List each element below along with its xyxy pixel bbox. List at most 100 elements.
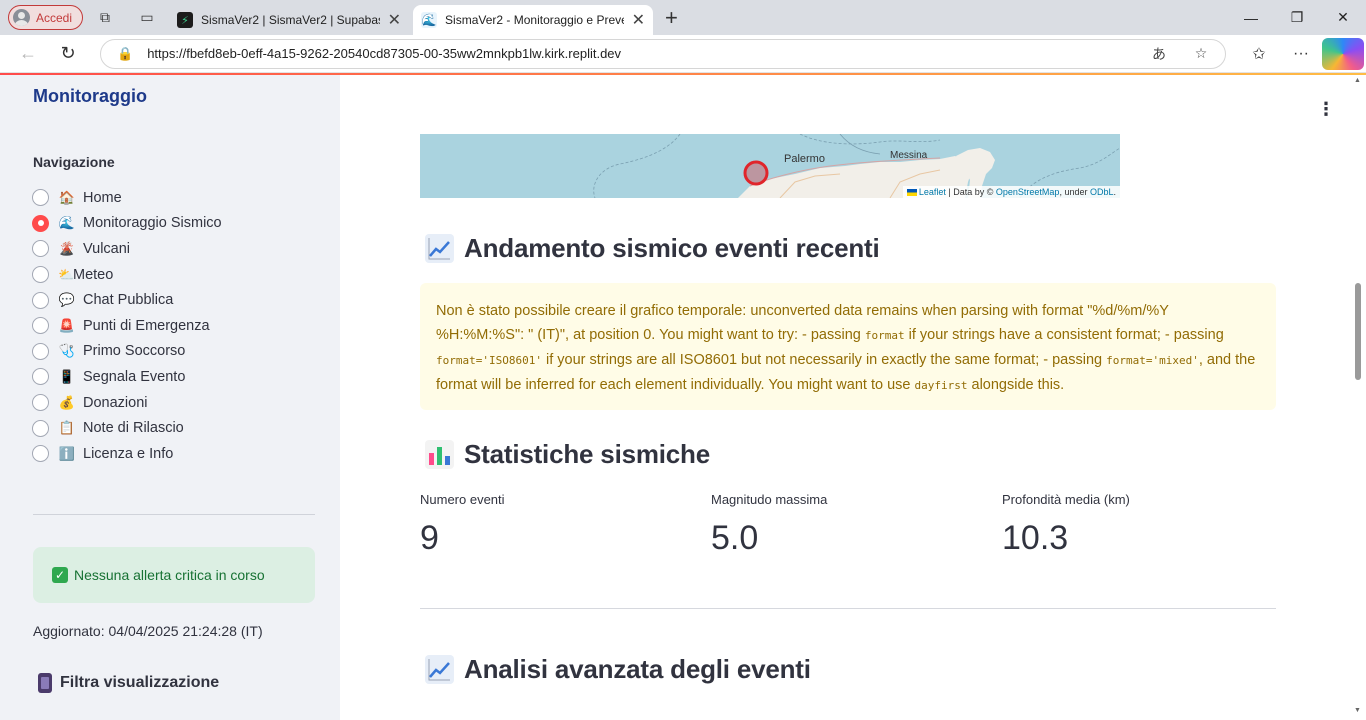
map-label-messina: Messina	[890, 150, 928, 161]
siren-icon: 🚨	[58, 317, 76, 333]
nav-item-label: Vulcani	[83, 240, 131, 257]
minimize-icon[interactable]: —	[1228, 0, 1274, 35]
bar-chart-icon	[425, 440, 454, 469]
copilot-icon[interactable]	[1322, 37, 1364, 70]
page-scrollbar[interactable]: ▲ ▼	[1350, 75, 1366, 720]
address-bar: ← ↻ 🔒 https://fbefd8eb-0eff-4a15-9262-20…	[0, 35, 1366, 73]
maritime-boundary-line	[593, 134, 681, 198]
nav-item-licenza-e-info[interactable]: ℹ️ Licenza e Info	[32, 441, 222, 467]
scroll-down-icon[interactable]: ▼	[1354, 707, 1361, 714]
odbl-link[interactable]: ODbL	[1090, 187, 1114, 197]
metric-event-count: Numero eventi 9	[420, 492, 710, 558]
section-heading-analysis: Analisi avanzata degli eventi	[425, 654, 811, 685]
map-label-palermo: Palermo	[784, 153, 825, 165]
earthquake-map[interactable]: Palermo Messina Leaflet | Data by © Open…	[420, 134, 1120, 198]
tab-supabase[interactable]: ⚡ SismaVer2 | SismaVer2 | Supabase ✕	[169, 5, 409, 35]
radio-button-selected[interactable]	[32, 214, 49, 232]
filter-device-icon	[38, 673, 52, 693]
nav-item-chat-pubblica[interactable]: 💬 Chat Pubblica	[32, 287, 222, 313]
sidebar-divider	[33, 514, 315, 515]
attribution-text: .	[1113, 187, 1116, 197]
sidebar: Monitoraggio Navigazione 🏠 Home 🌊 Monito…	[0, 75, 340, 720]
nav-item-primo-soccorso[interactable]: 🩺 Primo Soccorso	[32, 339, 222, 365]
close-window-icon[interactable]: ✕	[1320, 0, 1366, 35]
favorite-star-icon[interactable]: ☆	[1187, 45, 1215, 62]
nav-item-segnala-evento[interactable]: 📱 Segnala Evento	[32, 364, 222, 390]
nav-item-label: Note di Rilascio	[83, 420, 184, 437]
scroll-up-icon[interactable]: ▲	[1354, 77, 1361, 84]
radio-button[interactable]	[32, 266, 49, 284]
scroll-thumb[interactable]	[1355, 283, 1361, 380]
nav-item-home[interactable]: 🏠 Home	[32, 185, 222, 211]
wave-icon: 🌊	[58, 215, 76, 231]
navigation-radio-group: 🏠 Home 🌊 Monitoraggio Sismico 🌋 Vulcani …	[32, 185, 222, 467]
tab-title: SismaVer2 - Monitoraggio e Prevenzione	[445, 13, 624, 27]
osm-link[interactable]: OpenStreetMap	[996, 187, 1060, 197]
favorites-list-icon[interactable]: ✩	[1238, 38, 1280, 70]
radio-button[interactable]	[32, 317, 49, 335]
section-heading-trend: Andamento sismico eventi recenti	[425, 233, 880, 264]
user-avatar-icon	[13, 9, 30, 26]
earthquake-marker[interactable]	[743, 160, 769, 186]
tab-actions-icon[interactable]: ▭	[135, 6, 159, 30]
metric-value: 5.0	[711, 519, 759, 557]
url-field[interactable]: 🔒 https://fbefd8eb-0eff-4a15-9262-20540c…	[100, 38, 1226, 69]
site-info-icon[interactable]: 🔒	[117, 46, 133, 62]
tab-sismaver2[interactable]: 🌊 SismaVer2 - Monitoraggio e Prevenzione…	[413, 5, 654, 35]
house-icon: 🏠	[58, 189, 76, 205]
nav-item-monitoraggio-sismico[interactable]: 🌊 Monitoraggio Sismico	[32, 211, 222, 237]
close-tab-icon[interactable]: ✕	[632, 10, 645, 30]
nav-item-donazioni[interactable]: 💰 Donazioni	[32, 390, 222, 416]
radio-button[interactable]	[32, 368, 49, 386]
sidebar-title: Monitoraggio	[33, 86, 147, 106]
url-text[interactable]: https://fbefd8eb-0eff-4a15-9262-20540cd8…	[147, 46, 1131, 61]
more-menu-icon[interactable]: ···	[1280, 38, 1322, 70]
chart-warning-message: Non è stato possibile creare il grafico …	[420, 283, 1276, 410]
filter-heading-text: Filtra visualizzazione	[60, 674, 220, 691]
metric-value: 10.3	[1002, 519, 1069, 557]
profile-button[interactable]: Accedi	[8, 5, 84, 30]
nav-item-note-di-rilascio[interactable]: 📋 Note di Rilascio	[32, 415, 222, 441]
app-menu-icon[interactable]: ⋮	[1317, 99, 1335, 120]
leaflet-link[interactable]: Leaflet	[919, 187, 946, 197]
new-tab-icon[interactable]: +	[665, 5, 678, 31]
nav-item-vulcani[interactable]: 🌋 Vulcani	[32, 236, 222, 262]
warning-text: alongside this.	[967, 377, 1065, 393]
radio-button[interactable]	[32, 189, 49, 207]
nav-item-label: Chat Pubblica	[83, 292, 174, 309]
navigation-heading: Navigazione	[33, 154, 115, 170]
notepad-icon: 📋	[58, 420, 76, 436]
radio-button[interactable]	[32, 240, 49, 258]
chart-increasing-icon	[425, 655, 454, 684]
stethoscope-icon: 🩺	[58, 343, 76, 359]
restore-icon[interactable]: ❐	[1274, 0, 1320, 35]
section-title: Analisi avanzata degli eventi	[464, 654, 811, 684]
cloud-sun-icon: ⛅	[58, 266, 75, 282]
workspaces-icon[interactable]: ⧉	[93, 6, 117, 30]
attribution-text: | Data by ©	[945, 187, 996, 197]
back-icon[interactable]: ←	[12, 38, 44, 70]
no-alert-status-box: ✓ Nessuna allerta critica in corso	[33, 547, 315, 603]
nav-item-punti-di-emergenza[interactable]: 🚨 Punti di Emergenza	[32, 313, 222, 339]
section-title: Andamento sismico eventi recenti	[464, 233, 880, 263]
nav-item-label: Segnala Evento	[83, 368, 186, 385]
section-heading-stats: Statistiche sismiche	[425, 439, 710, 470]
nav-item-label: Punti di Emergenza	[83, 317, 210, 334]
warning-code: format='ISO8601'	[436, 354, 542, 367]
refresh-icon[interactable]: ↻	[52, 38, 84, 70]
radio-button[interactable]	[32, 342, 49, 360]
warning-code: format='mixed'	[1106, 354, 1199, 367]
phone-icon: 📱	[58, 368, 76, 384]
close-tab-icon[interactable]: ✕	[388, 10, 401, 30]
read-aloud-icon[interactable]: あ	[1145, 44, 1173, 64]
radio-button[interactable]	[32, 445, 49, 463]
radio-button[interactable]	[32, 419, 49, 437]
filter-heading: Filtra visualizzazione	[38, 673, 219, 693]
speech-bubble-icon: 💬	[58, 292, 76, 308]
info-icon: ℹ️	[58, 445, 76, 461]
radio-button[interactable]	[32, 291, 49, 309]
volcano-icon: 🌋	[58, 240, 76, 256]
map-attribution: Leaflet | Data by © OpenStreetMap, under…	[902, 186, 1120, 198]
radio-button[interactable]	[32, 394, 49, 412]
nav-item-meteo[interactable]: ⛅ Meteo	[32, 262, 222, 288]
